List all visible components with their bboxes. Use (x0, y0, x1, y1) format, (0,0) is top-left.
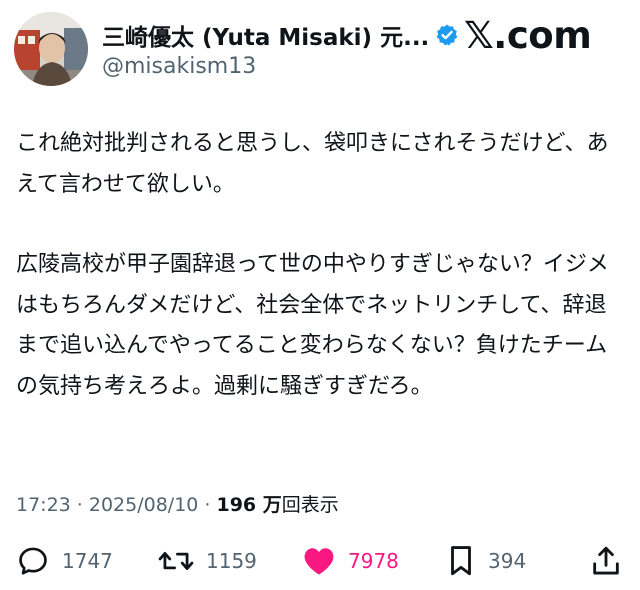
reply-button[interactable]: 1747 (16, 538, 113, 584)
avatar-image (14, 12, 88, 86)
tweet-paragraph-1: これ絶対批判されると思うし、袋叩きにされそうだけど、あえて言わせて欲しい。 (16, 131, 609, 197)
reply-icon (16, 544, 50, 578)
reply-count: 1747 (62, 549, 113, 573)
tweet-paragraph-2: 広陵高校が甲子園辞退って世の中やりすぎじゃない？イジメはもちろんダメだけど、社会… (16, 252, 609, 399)
share-icon (590, 544, 622, 578)
tweet-header: 三崎優太 (Yuta Misaki) 元... @misakism13 𝕏.co… (0, 0, 640, 100)
timestamp[interactable]: 17:23 · 2025/08/10 · (16, 494, 210, 516)
author-info: 三崎優太 (Yuta Misaki) 元... @misakism13 (102, 18, 459, 79)
name-row: 三崎優太 (Yuta Misaki) 元... (102, 18, 459, 52)
heart-icon (302, 545, 336, 577)
tweet-meta: 17:23 · 2025/08/10 · 196 万 回表示 (16, 490, 339, 517)
like-count: 7978 (348, 549, 399, 573)
repost-icon (158, 544, 194, 578)
repost-count: 1159 (206, 549, 257, 573)
like-button[interactable]: 7978 (302, 538, 399, 584)
bookmark-count: 394 (488, 549, 527, 573)
repost-button[interactable]: 1159 (158, 538, 257, 584)
tweet-text: これ絶対批判されると思うし、袋叩きにされそうだけど、あえて言わせて欲しい。 広陵… (16, 124, 628, 407)
share-button[interactable] (590, 538, 622, 584)
bookmark-icon (446, 544, 476, 578)
bookmark-button[interactable]: 394 (446, 538, 526, 584)
verified-badge-icon (435, 23, 459, 47)
action-bar: 1747 1159 7978 394 (0, 538, 640, 584)
brand-label: 𝕏.com (464, 14, 592, 57)
brand-logo: 𝕏.com (464, 14, 592, 57)
avatar[interactable] (14, 12, 88, 86)
views-count: 196 万 (216, 494, 282, 516)
user-handle[interactable]: @misakism13 (102, 54, 459, 79)
views-label: 回表示 (281, 494, 339, 516)
display-name[interactable]: 三崎優太 (Yuta Misaki) 元... (102, 18, 429, 52)
